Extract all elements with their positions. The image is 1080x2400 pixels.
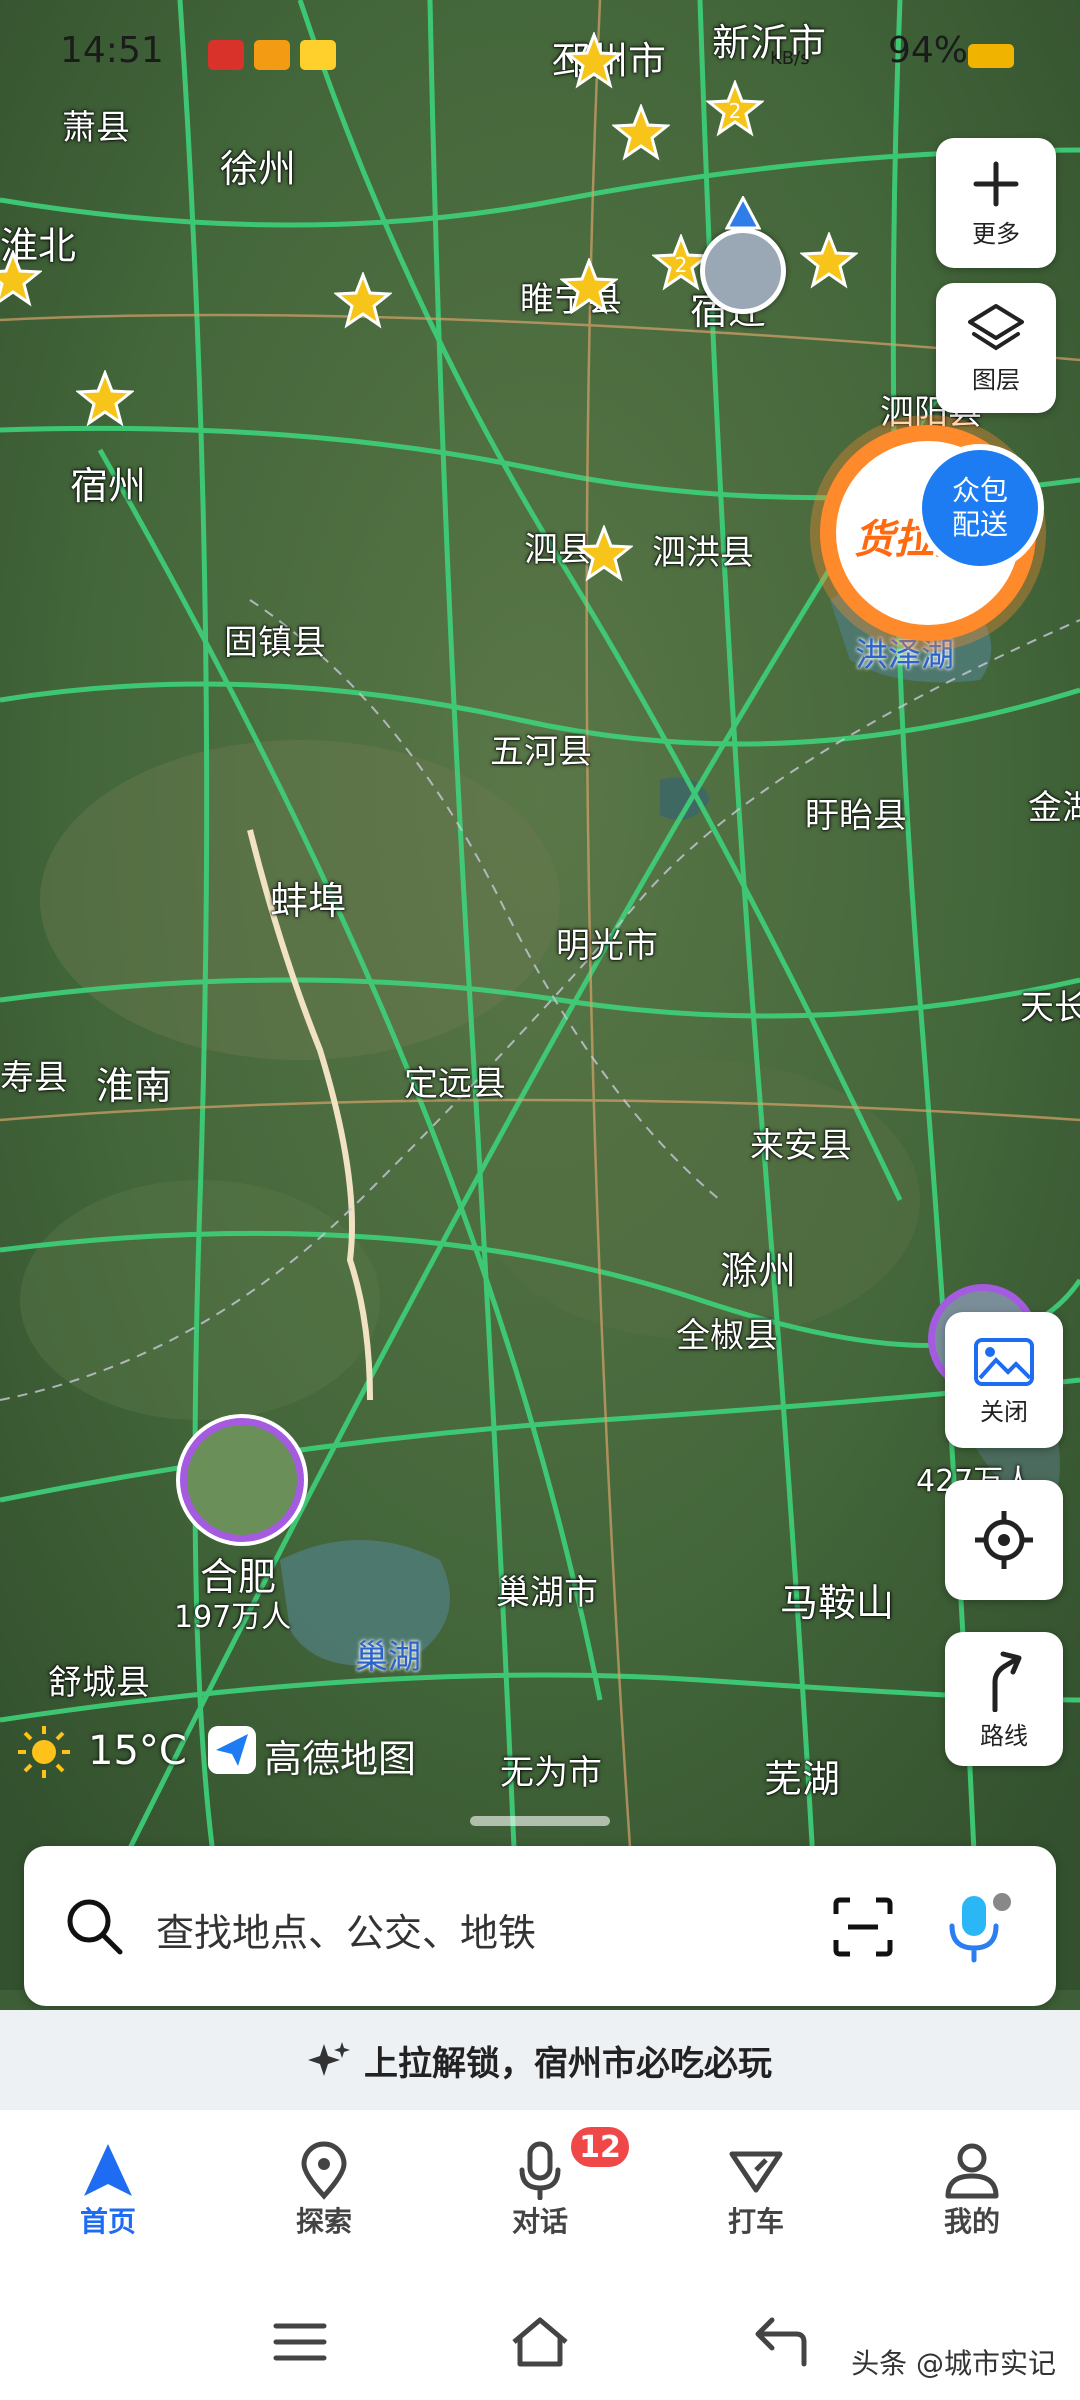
city-label: 滁州: [720, 1249, 797, 1293]
tab-chat[interactable]: 对话 12: [470, 2124, 632, 2240]
app-icon: [254, 40, 290, 70]
city-label: 天长: [1020, 988, 1080, 1028]
route-button[interactable]: 路线: [945, 1632, 1063, 1766]
search-icon: [67, 1899, 123, 1955]
city-label: 马鞍山: [780, 1581, 895, 1625]
star-poi-icon[interactable]: [800, 232, 858, 290]
layers-icon: [968, 303, 1024, 350]
city-label: 淮南: [96, 1064, 173, 1108]
star-poi-icon[interactable]: 2: [706, 80, 764, 138]
person-icon: [945, 2143, 999, 2199]
city-label: 五河县: [490, 732, 592, 772]
map-view[interactable]: 14:51 KB/s 94% 萧县 徐州 淮北 宿州 邳州市 新沂市 睢宁县 宿…: [0, 0, 1080, 1990]
voice-microphone-icon[interactable]: [944, 1890, 1014, 1964]
drag-handle[interactable]: [470, 1816, 610, 1826]
battery-icon: [968, 44, 1014, 68]
city-label: 明光市: [556, 926, 658, 966]
battery-percent: 94%: [888, 30, 969, 71]
city-label: 巢湖市: [496, 1573, 598, 1613]
tab-label: 对话: [511, 2205, 568, 2238]
pull-up-hint[interactable]: 上拉解锁，宿州市必吃必玩: [0, 2010, 1080, 2110]
star-poi-icon[interactable]: [334, 272, 392, 330]
menu-icon[interactable]: [272, 2320, 328, 2364]
star-poi-icon[interactable]: [0, 250, 42, 308]
heading-arrow-icon: [725, 196, 761, 230]
star-count: 2: [729, 99, 742, 123]
jd-app-icon: [208, 40, 244, 70]
home-icon[interactable]: [510, 2316, 570, 2368]
locate-crosshair-icon: [975, 1511, 1033, 1569]
city-label: 金湖: [1028, 788, 1080, 828]
temperature: 15°C: [88, 1728, 187, 1774]
ar-close-button[interactable]: 关闭: [945, 1312, 1063, 1448]
watermark: 头条 @城市实记: [851, 2347, 1056, 2380]
chat-badge: 12: [568, 2124, 632, 2170]
hefei-photo-marker[interactable]: [180, 1418, 304, 1542]
microphone-icon: [519, 2141, 561, 2200]
lake-label: 巢湖: [355, 1637, 421, 1676]
tab-explore[interactable]: 探索: [254, 2140, 394, 2240]
taxi-flag-icon: [729, 2151, 783, 2193]
city-label: 来安县: [750, 1126, 852, 1166]
city-label: 萧县: [62, 108, 130, 148]
tab-label: 探索: [295, 2205, 352, 2238]
city-label: 宿州: [70, 464, 147, 508]
city-label: 泗洪县: [652, 533, 754, 573]
layers-label: 图层: [972, 365, 1020, 394]
layers-button[interactable]: 图层: [936, 283, 1056, 413]
sun-icon: [18, 1726, 70, 1778]
bottom-tab-bar: 首页 探索 对话 12 打车 我的: [0, 2110, 1080, 2290]
location-pin-icon: [301, 2141, 347, 2200]
crowd-delivery-badge[interactable]: 众包 配送: [922, 450, 1038, 566]
user-location-avatar[interactable]: [700, 228, 786, 314]
city-label: 徐州: [220, 147, 297, 191]
city-label: 寿县: [0, 1058, 68, 1098]
city-label: 芜湖: [764, 1757, 841, 1801]
amap-logo-icon: [208, 1726, 256, 1774]
more-label: 更多: [972, 219, 1020, 248]
city-label: 新沂市: [712, 21, 827, 65]
city-label: 定远县: [404, 1064, 506, 1104]
tab-label: 我的: [943, 2205, 1000, 2238]
star-count: 2: [675, 253, 688, 277]
locate-button[interactable]: [945, 1480, 1063, 1600]
more-button[interactable]: 更多: [936, 138, 1056, 268]
city-label: 蚌埠: [270, 879, 347, 923]
search-bar[interactable]: 查找地点、公交、地铁: [24, 1846, 1056, 2006]
tab-taxi[interactable]: 打车: [686, 2140, 826, 2240]
population-label: 197万人: [174, 1600, 292, 1635]
city-label: 无为市: [500, 1753, 602, 1793]
scan-icon[interactable]: [832, 1896, 894, 1958]
search-input[interactable]: 查找地点、公交、地铁: [156, 1902, 536, 1957]
sparkle-icon: [308, 2042, 350, 2076]
back-icon[interactable]: [752, 2316, 808, 2368]
city-label: 全椒县: [676, 1316, 778, 1356]
status-time: 14:51: [60, 30, 164, 71]
star-poi-icon[interactable]: [560, 258, 618, 316]
navigation-arrow-icon: [84, 2144, 132, 2196]
star-poi-icon[interactable]: [76, 370, 134, 428]
tab-label: 打车: [727, 2205, 784, 2238]
route-label: 路线: [980, 1721, 1028, 1750]
plus-icon: [973, 161, 1019, 206]
tab-mine[interactable]: 我的: [902, 2140, 1042, 2240]
meituan-app-icon: [300, 40, 336, 70]
ar-close-label: 关闭: [980, 1397, 1028, 1426]
ar-image-icon: [974, 1337, 1034, 1386]
route-arrow-icon: [992, 1651, 1022, 1712]
pull-up-hint-text: 上拉解锁，宿州市必吃必玩: [364, 2043, 772, 2084]
star-poi-icon[interactable]: [565, 32, 623, 90]
city-label: 盱眙县: [805, 796, 907, 836]
brand-name: 高德地图: [264, 1737, 417, 1781]
city-label: 舒城县: [48, 1663, 150, 1703]
star-poi-icon[interactable]: [612, 104, 670, 162]
city-label: 固镇县: [224, 623, 326, 663]
star-poi-icon[interactable]: [575, 525, 633, 583]
tab-home[interactable]: 首页: [38, 2140, 178, 2240]
tab-label: 首页: [79, 2205, 136, 2238]
